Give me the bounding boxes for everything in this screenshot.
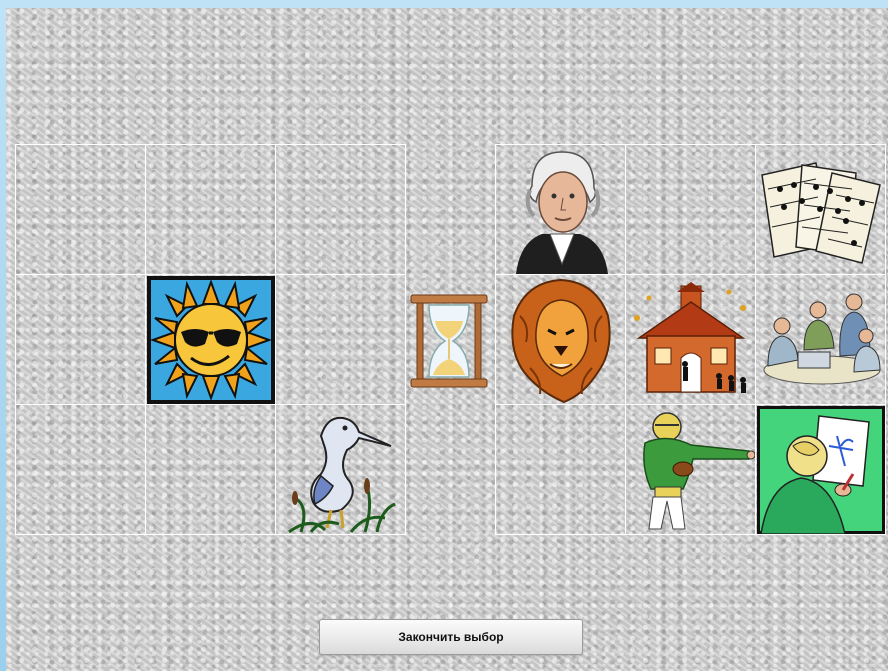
right-cell-7[interactable] (496, 405, 626, 535)
right-cell-3[interactable] (756, 145, 886, 275)
right-cell-5[interactable] (626, 275, 756, 405)
schoolhouse-icon (633, 281, 746, 393)
left-cell-5[interactable] (146, 275, 276, 405)
child-drawing-icon (756, 405, 885, 534)
left-picture-grid (15, 144, 406, 535)
left-cell-8[interactable] (146, 405, 276, 535)
lion-icon (510, 278, 611, 403)
heron-icon (287, 416, 396, 533)
left-cell-6[interactable] (276, 275, 406, 405)
right-cell-1[interactable] (496, 145, 626, 275)
george-washington-portrait-icon (515, 150, 608, 274)
sun-with-sunglasses-icon (146, 275, 275, 404)
hourglass-icon (410, 294, 488, 388)
left-cell-1[interactable] (16, 145, 146, 275)
business-meeting-icon (763, 293, 881, 384)
football-player-icon (642, 411, 755, 529)
left-cell-9[interactable] (276, 405, 406, 535)
left-cell-2[interactable] (146, 145, 276, 275)
hourglass-timer (409, 293, 489, 389)
left-cell-4[interactable] (16, 275, 146, 405)
left-cell-7[interactable] (16, 405, 146, 535)
right-cell-2[interactable] (626, 145, 756, 275)
right-cell-4[interactable] (496, 275, 626, 405)
finish-selection-button[interactable]: Закончить выбор (319, 619, 583, 655)
right-cell-6[interactable] (756, 275, 886, 405)
left-cell-3[interactable] (276, 145, 406, 275)
right-cell-9[interactable] (756, 405, 886, 535)
right-cell-8[interactable] (626, 405, 756, 535)
sheet-music-icon (760, 161, 881, 264)
right-picture-grid (495, 144, 886, 535)
